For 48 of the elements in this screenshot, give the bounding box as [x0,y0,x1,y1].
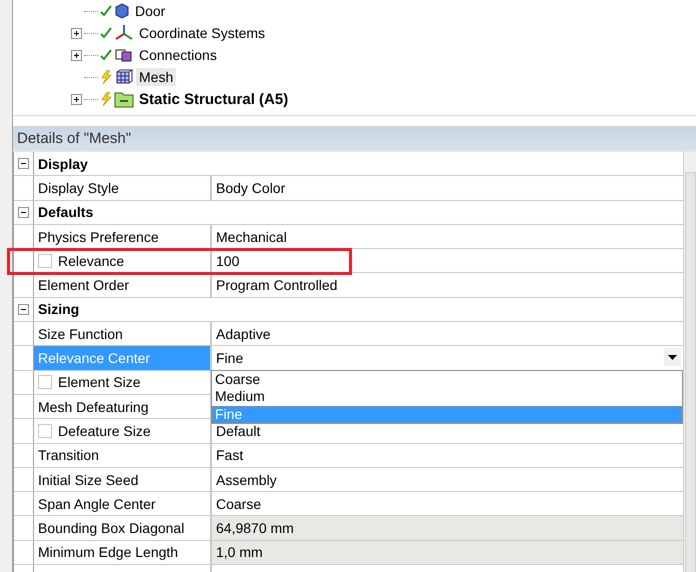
property-name[interactable]: Physics Preference [34,224,212,248]
property-value: Body Color [215,178,286,198]
dropdown-field[interactable]: Fine [212,346,683,370]
checkbox[interactable] [38,424,52,438]
property-value: Coarse [215,494,262,514]
property-value: Default [215,422,262,441]
property-value: Assembly [215,470,278,490]
mesh-cube-icon [114,69,134,85]
tree-item[interactable]: Static Structural (A5) [136,90,292,108]
property-label: Element Size [58,374,140,390]
property-name[interactable]: Transition [34,444,212,467]
property-name[interactable]: Element Order [34,273,212,297]
property-value: 64,9870 mm [212,516,683,540]
tree-item[interactable]: Connections [136,46,220,64]
property-value: 100 [215,252,240,271]
checkbox[interactable] [38,375,52,390]
expand-icon[interactable] [71,94,82,104]
property-value: Program Controlled [215,276,338,296]
cube-icon [114,3,130,19]
tree-item[interactable]: Door [132,2,168,20]
property-name[interactable]: Initial Size Seed [34,468,212,492]
folder-icon [114,90,134,108]
property-label: Relevance [58,252,124,269]
scrollbar[interactable] [683,152,696,572]
dropdown-option[interactable]: Medium [212,388,682,406]
property-value: Fast [215,446,244,466]
collapse-icon[interactable] [18,304,29,315]
collapse-icon[interactable] [18,206,29,218]
tree-item[interactable]: Coordinate Systems [136,24,268,42]
expand-icon[interactable] [71,50,82,60]
tree-item[interactable]: Mesh [136,68,176,86]
group-header: Defaults [37,203,94,222]
group-header: Display [37,154,89,174]
property-value: Mechanical [215,228,288,247]
axes-icon [114,24,134,42]
property-value: Adaptive [215,324,272,344]
property-name[interactable]: Span Angle Center [34,492,212,516]
collapse-icon[interactable] [18,158,29,170]
expand-icon[interactable] [71,28,82,38]
cubes-icon [114,47,134,63]
property-name[interactable]: Display Style [34,176,212,200]
property-value: 1,0 mm [212,540,683,564]
dropdown-option[interactable]: Coarse [212,370,682,388]
panel-title: Details of "Mesh" [13,126,696,150]
property-name[interactable]: Mesh Defeaturing [34,394,212,418]
group-header: Sizing [37,300,80,320]
checkbox[interactable] [38,254,52,268]
property-label: Defeature Size [58,422,151,439]
